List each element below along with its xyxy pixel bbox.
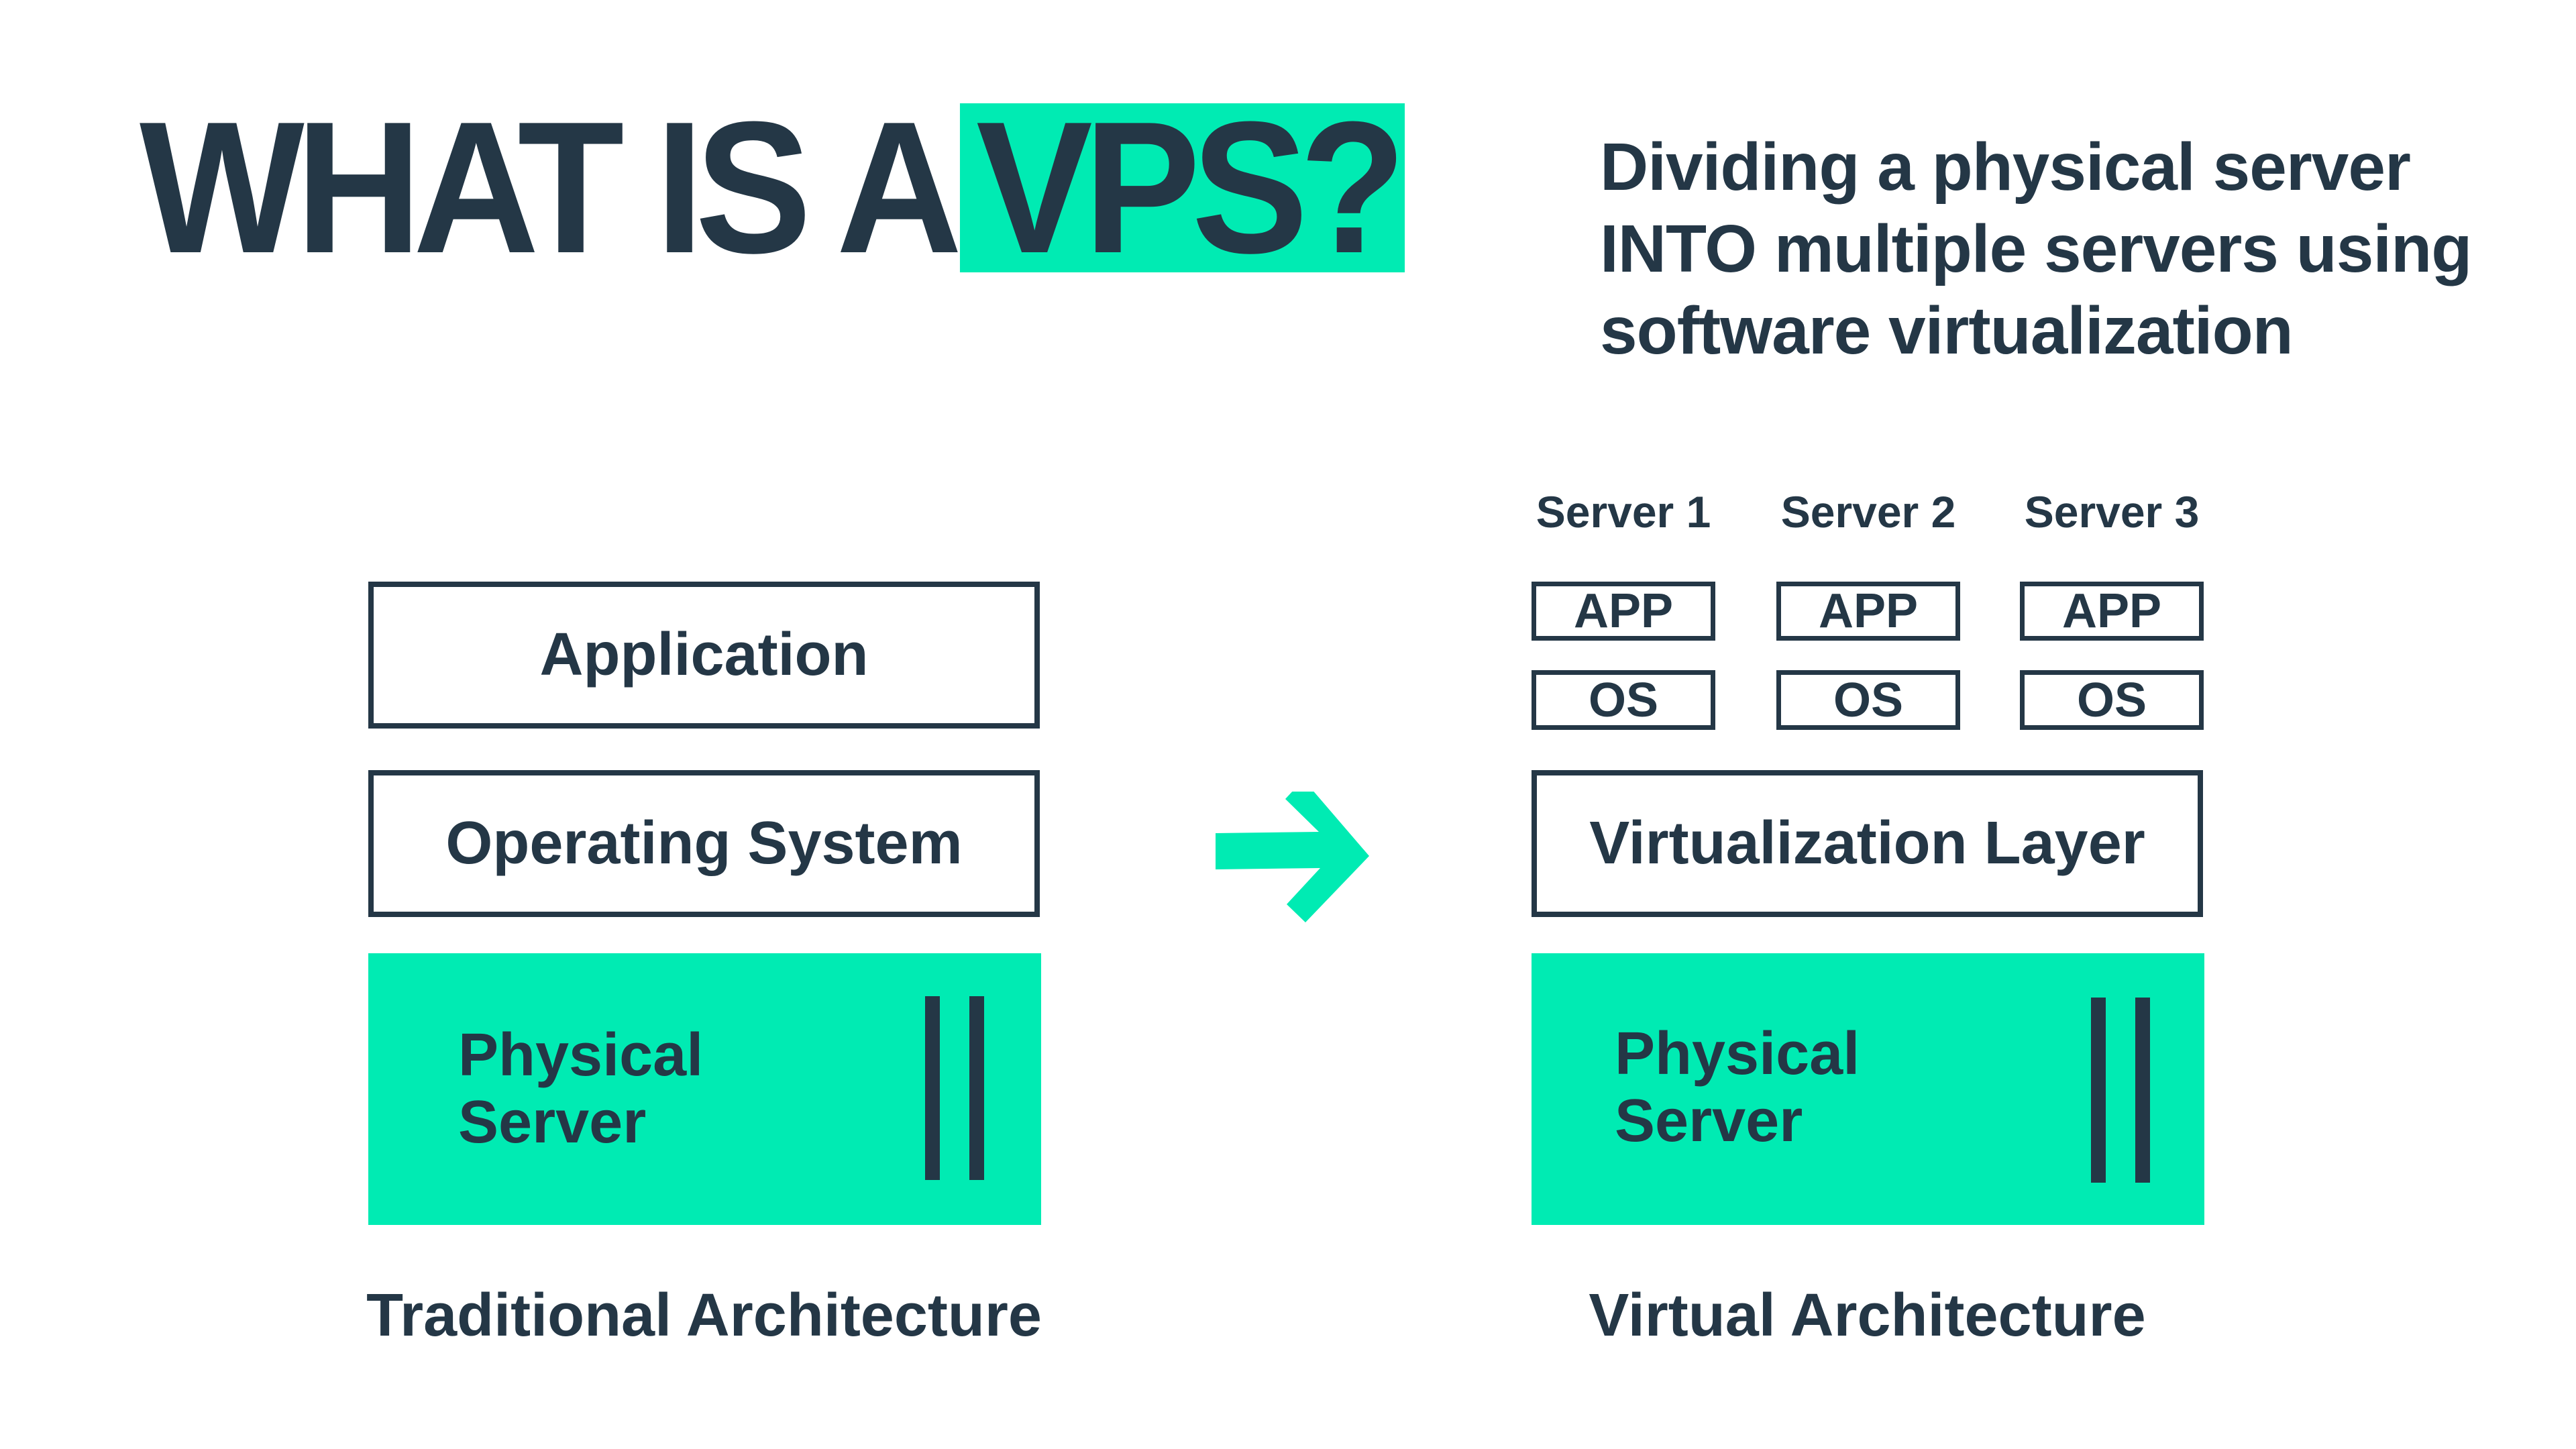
arrow-right-icon xyxy=(1216,792,1369,922)
app-label: APP xyxy=(2061,584,2162,638)
physical-server-label: Physical Server xyxy=(1615,1020,1860,1155)
application-layer: Application xyxy=(368,582,1040,729)
subtitle-line: software virtualization xyxy=(1600,293,2294,368)
title-highlight-text: VPS? xyxy=(976,83,1406,292)
title-highlight: VPS? xyxy=(959,94,1406,282)
physical-server-label-line: Server xyxy=(1615,1087,1803,1155)
server-1-app-box: APP xyxy=(1532,582,1715,641)
server-rack-bar-icon xyxy=(969,996,984,1180)
physical-server-label-line: Physical xyxy=(1615,1020,1860,1087)
server-3-label: Server 3 xyxy=(2024,487,2200,537)
virtualization-layer: Virtualization Layer xyxy=(1532,770,2203,917)
server-1-os-box: OS xyxy=(1532,670,1715,730)
server-3-app-box: APP xyxy=(2020,582,2204,641)
app-label: APP xyxy=(1818,584,1919,638)
physical-server-label: Physical Server xyxy=(458,1022,703,1156)
physical-server-traditional: Physical Server xyxy=(368,953,1041,1225)
server-2-app-box: APP xyxy=(1776,582,1960,641)
subtitle-line: Dividing a physical server xyxy=(1600,129,2411,205)
page-title: WHAT IS A VPS? xyxy=(140,94,1406,282)
server-rack-bar-icon xyxy=(2135,998,2150,1183)
os-label: OS xyxy=(1833,673,1904,727)
virtual-architecture-caption: Virtual Architecture xyxy=(1589,1282,2146,1349)
server-2-os-box: OS xyxy=(1776,670,1960,730)
physical-server-label-line: Server xyxy=(458,1089,647,1156)
traditional-architecture-caption: Traditional Architecture xyxy=(366,1282,1042,1349)
virtualization-layer-label: Virtualization Layer xyxy=(1589,810,2145,877)
server-2-label: Server 2 xyxy=(1780,487,1956,537)
physical-server-label-line: Physical xyxy=(458,1022,704,1089)
app-label: APP xyxy=(1573,584,1674,638)
server-rack-bar-icon xyxy=(2091,998,2106,1183)
arrow-shape xyxy=(1216,792,1369,922)
physical-server-virtual: Physical Server xyxy=(1532,953,2204,1225)
operating-system-layer-label: Operating System xyxy=(445,810,963,877)
server-1-label: Server 1 xyxy=(1536,487,1711,537)
application-layer-label: Application xyxy=(539,621,869,688)
title-prefix: WHAT IS A xyxy=(140,83,963,292)
subtitle: Dividing a physical server INTO multiple… xyxy=(1600,126,2472,372)
server-3-os-box: OS xyxy=(2020,670,2204,730)
operating-system-layer: Operating System xyxy=(368,770,1040,917)
server-rack-bar-icon xyxy=(925,996,940,1180)
os-label: OS xyxy=(1588,673,1659,727)
subtitle-line: INTO multiple servers using xyxy=(1600,211,2472,286)
os-label: OS xyxy=(2076,673,2147,727)
